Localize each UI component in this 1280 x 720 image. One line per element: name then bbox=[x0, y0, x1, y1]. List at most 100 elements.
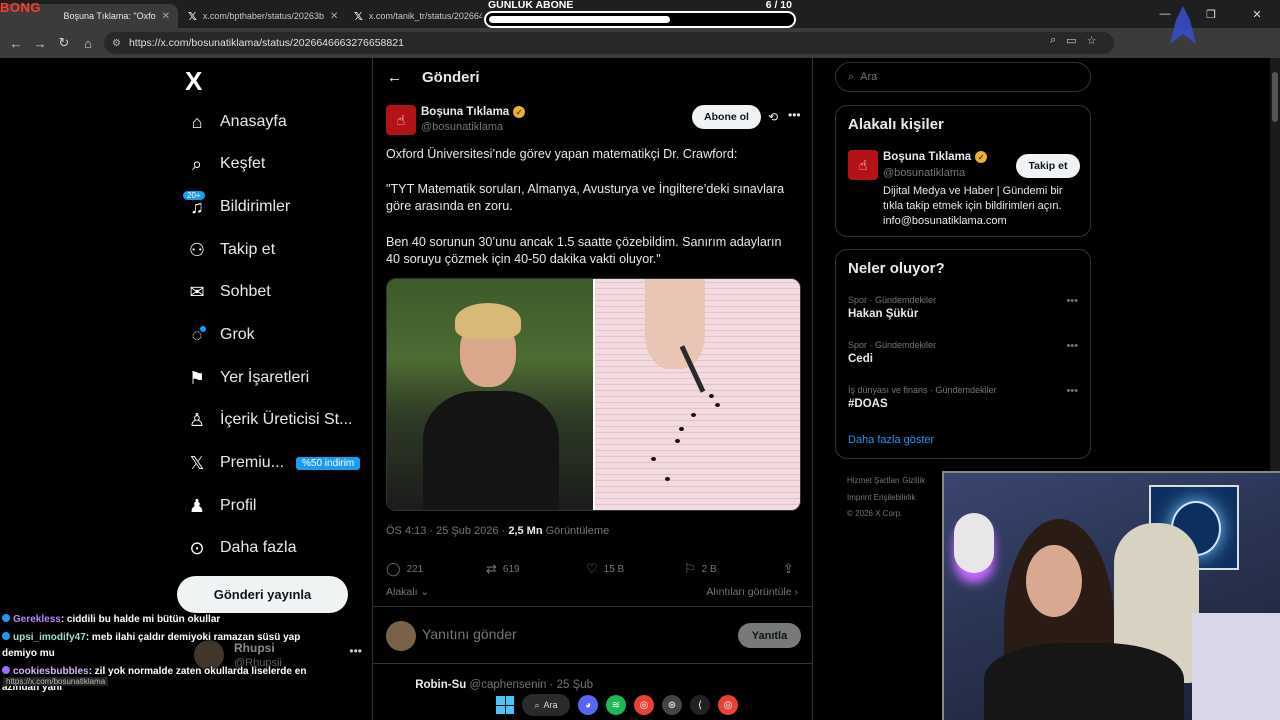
reload-icon[interactable]: ↻ bbox=[52, 35, 76, 51]
tweet-timestamp[interactable]: ÖS 4:13 · 25 Şub 2026 · bbox=[386, 525, 508, 537]
nav-home[interactable]: ⌂ Anasayfa bbox=[186, 107, 287, 137]
footer-links[interactable]: Imprint Erişilebilirlik bbox=[847, 493, 915, 502]
author-handle[interactable]: @bosunatiklama bbox=[421, 121, 503, 133]
zoom-icon[interactable]: ⌕ bbox=[1050, 34, 1056, 47]
tab-label: x.com/bpthaber/status/20263b bbox=[202, 11, 324, 21]
home-icon[interactable]: ⌂ bbox=[76, 36, 100, 51]
bookmark-action[interactable]: ⚐ 2 B bbox=[684, 561, 717, 577]
bookmark-icon: ⚑ bbox=[188, 367, 206, 388]
media-photo-answer-sheet[interactable] bbox=[593, 279, 800, 510]
reply-button[interactable]: Yanıtla bbox=[738, 623, 801, 648]
share-icon: ⇪ bbox=[783, 561, 794, 576]
spotify-icon[interactable]: ≋ bbox=[606, 695, 626, 715]
related-name-row[interactable]: Boşuna Tıklama ✓ bbox=[883, 151, 988, 163]
x-logo-icon[interactable]: X bbox=[185, 66, 202, 97]
more-icon[interactable]: ••• bbox=[788, 108, 801, 122]
notification-badge: 20+ bbox=[182, 190, 206, 201]
chrome-icon[interactable]: ◎ bbox=[634, 695, 654, 715]
nav-profile[interactable]: ♟ Profil bbox=[186, 491, 257, 521]
search-icon: ⌕ bbox=[534, 699, 540, 710]
nav-bookmarks[interactable]: ⚑ Yer İşaretleri bbox=[186, 363, 309, 393]
share-action[interactable]: ⇪ bbox=[783, 561, 794, 577]
chat-username: upsi_imodify47 bbox=[13, 632, 86, 643]
answer-bubble bbox=[715, 403, 720, 407]
nav-explore[interactable]: ⌕ Keşfet bbox=[186, 149, 265, 179]
related-avatar[interactable]: ☝ bbox=[848, 150, 878, 180]
home-icon: ⌂ bbox=[191, 111, 203, 132]
nav-more[interactable]: ⊙ Daha fazla bbox=[186, 533, 296, 563]
goal-progress-fill bbox=[489, 16, 671, 23]
search-placeholder: Ara bbox=[860, 71, 878, 83]
sort-dropdown[interactable]: Alakalı ⌄ bbox=[386, 586, 429, 598]
trend-category: Spor · Gündemdekiler bbox=[848, 340, 937, 350]
reply-action[interactable]: ◯ 221 bbox=[386, 561, 423, 577]
subscribe-button[interactable]: Abone ol bbox=[692, 105, 761, 129]
chrome-icon[interactable]: ◎ bbox=[718, 695, 738, 715]
tweet-media[interactable] bbox=[386, 278, 801, 511]
author-avatar[interactable]: ☝ bbox=[386, 105, 416, 135]
trend-item[interactable]: Cedi bbox=[848, 353, 873, 365]
avatar bbox=[386, 678, 412, 688]
chat-badge-icon bbox=[2, 666, 10, 674]
grok-icon: ◌ bbox=[186, 324, 208, 346]
forward-icon[interactable]: → bbox=[28, 36, 52, 51]
search-input[interactable]: ⌕ Ara bbox=[835, 62, 1091, 92]
taskbar: ⌕ Ara ◕ ≋ ◎ ⊛ ⟨ ◎ bbox=[496, 690, 796, 720]
post-button[interactable]: Gönderi yayınla bbox=[177, 576, 348, 613]
cast-icon[interactable]: ▭ bbox=[1066, 34, 1076, 47]
shelf bbox=[1192, 613, 1280, 720]
nav-creator-studio[interactable]: ♙ İçerik Üreticisi St... bbox=[186, 405, 353, 435]
chevron-right-icon: › bbox=[791, 586, 798, 598]
more-icon[interactable]: ••• bbox=[1066, 385, 1078, 397]
view-quotes-link[interactable]: Alıntıları görüntüle › bbox=[706, 586, 798, 598]
answer-bubble bbox=[679, 427, 684, 431]
trend-item[interactable]: Hakan Şükür bbox=[848, 308, 918, 320]
app-icon[interactable]: ⟨ bbox=[690, 695, 710, 715]
nav-premium[interactable]: 𝕏 Premiu... %50 indirim bbox=[186, 448, 361, 478]
more-icon[interactable]: ••• bbox=[1066, 340, 1078, 352]
chat-message: Gerekless: ciddili bu halde mi bütün oku… bbox=[2, 612, 332, 628]
close-window-icon[interactable]: ✕ bbox=[1234, 8, 1280, 21]
close-icon[interactable]: ✕ bbox=[162, 11, 170, 22]
back-arrow-icon[interactable]: ← bbox=[387, 69, 402, 86]
star-icon[interactable]: ☆ bbox=[1087, 34, 1097, 47]
nav-label: Takip et bbox=[220, 241, 276, 258]
discord-icon[interactable]: ◕ bbox=[578, 695, 598, 715]
footer-links[interactable]: Hizmet Şartları Gizlilik bbox=[847, 476, 925, 485]
back-icon[interactable]: ← bbox=[4, 36, 28, 51]
photo-hair bbox=[455, 303, 521, 339]
nav-follow[interactable]: ⚇ Takip et bbox=[186, 235, 275, 265]
taskbar-search[interactable]: ⌕ Ara bbox=[522, 694, 570, 716]
scrollbar-thumb[interactable] bbox=[1272, 72, 1278, 122]
nav-label: Anasayfa bbox=[220, 113, 287, 130]
like-count: 15 B bbox=[603, 563, 625, 575]
nav-notifications[interactable]: ♫ 20+ Bildirimler bbox=[182, 190, 290, 222]
like-action[interactable]: ♡ 15 B bbox=[586, 561, 624, 577]
more-icon[interactable]: ••• bbox=[349, 644, 362, 658]
nav-grok[interactable]: ◌ Grok bbox=[186, 320, 255, 350]
windows-start-icon[interactable] bbox=[496, 696, 514, 714]
browser-tab[interactable]: 𝕏 x.com/bpthaber/status/20263b ✕ bbox=[180, 4, 344, 28]
browser-tab[interactable]: 𝕏 x.com/tanik_tr/status/2026648 bbox=[346, 4, 482, 28]
site-info-icon[interactable]: ⚙ bbox=[112, 38, 121, 49]
window-controls: — ❐ ✕ bbox=[1142, 0, 1280, 28]
chat-text: : ciddili bu halde mi bütün okullar bbox=[60, 614, 221, 625]
address-bar[interactable]: ⚙ https://x.com/bosunatiklama/status/202… bbox=[104, 32, 1114, 54]
app-icon[interactable]: ⊛ bbox=[662, 695, 682, 715]
stream-emblem-icon bbox=[1170, 6, 1196, 44]
close-icon[interactable]: ✕ bbox=[330, 11, 338, 22]
follow-button[interactable]: Takip et bbox=[1016, 154, 1080, 178]
nav-chat[interactable]: ✉ Sohbet bbox=[186, 277, 270, 307]
author-name-row[interactable]: Boşuna Tıklama ✓ bbox=[421, 106, 526, 118]
reply-input[interactable]: Yanıtını gönder bbox=[422, 626, 517, 642]
trend-item[interactable]: #DOAS bbox=[848, 398, 888, 410]
avatar bbox=[386, 621, 416, 651]
nav-label: Profil bbox=[220, 497, 257, 514]
media-photo-man[interactable] bbox=[387, 279, 593, 510]
more-icon[interactable]: ••• bbox=[1066, 295, 1078, 307]
repost-action[interactable]: ⇄ 619 bbox=[486, 561, 520, 577]
show-more-link[interactable]: Daha fazla göster bbox=[848, 434, 934, 446]
grok-explain-icon[interactable]: ⟲ bbox=[768, 110, 778, 124]
nav-label: Grok bbox=[220, 326, 255, 343]
goal-progress-bar bbox=[484, 11, 796, 28]
